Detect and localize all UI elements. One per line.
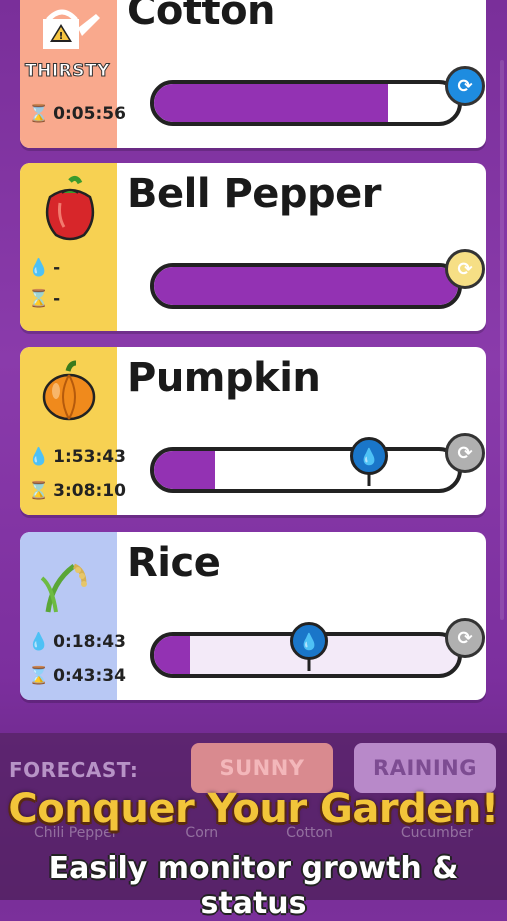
refresh-button[interactable]: ⟳	[445, 618, 485, 658]
growth-progress-bar	[150, 263, 462, 309]
svg-text:!: !	[59, 31, 64, 42]
water-marker: 💧	[290, 622, 328, 660]
plant-name: Rice	[127, 540, 221, 586]
plant-name: Cotton	[127, 0, 276, 34]
growth-progress-bar	[150, 447, 462, 493]
promo-subtitle: Easily monitor growth & status	[48, 851, 459, 921]
grow-time: ⌛ 0:43:34	[28, 666, 126, 686]
refresh-button[interactable]: ⟳	[445, 249, 485, 289]
hourglass-icon: ⌛	[28, 666, 50, 686]
plant-status-panel: 💧 0:18:43 ⌛ 0:43:34	[20, 532, 126, 700]
growth-progress-fill	[154, 267, 458, 305]
refresh-icon: ⟳	[457, 258, 473, 280]
water-drop-icon: 💧	[359, 446, 379, 466]
water-drop-icon: 💧	[299, 631, 319, 651]
refresh-icon: ⟳	[457, 75, 473, 97]
growth-progress-fill	[154, 84, 389, 122]
grow-time: ⌛ 3:08:10	[28, 481, 126, 501]
bell-pepper-icon	[45, 175, 95, 241]
hourglass-icon: ⌛	[28, 481, 50, 501]
rice-icon	[40, 563, 87, 613]
grow-time: ⌛ -	[28, 289, 60, 309]
plant-card-bell-pepper[interactable]: 💧 - ⌛ - Bell Pepper ⟳	[20, 163, 486, 331]
plant-name: Bell Pepper	[127, 171, 382, 217]
grow-time: ⌛ 0:05:56	[28, 104, 126, 124]
plant-status-panel: 💧 1:53:43 ⌛ 3:08:10	[20, 347, 126, 515]
plant-name: Pumpkin	[127, 355, 321, 401]
water-time-value: -	[53, 258, 61, 278]
plant-status-panel: ! THIRSTY ⌛ 0:05:56	[20, 0, 126, 148]
water-time: 💧 0:18:43	[28, 632, 126, 652]
forecast-label: FORECAST:	[9, 758, 139, 782]
refresh-button[interactable]: ⟳	[445, 433, 485, 473]
growth-progress-fill	[154, 451, 215, 489]
grow-time-value: 0:43:34	[53, 666, 126, 686]
water-time: 💧 1:53:43	[28, 447, 126, 467]
water-time-value: 0:18:43	[53, 632, 126, 652]
water-marker: 💧	[350, 437, 388, 475]
refresh-button[interactable]: ⟳	[445, 66, 485, 106]
scrollbar[interactable]	[500, 60, 504, 620]
grow-time-value: 3:08:10	[53, 481, 126, 501]
refresh-icon: ⟳	[457, 627, 473, 649]
grow-time-value: -	[53, 289, 61, 309]
watering-can-warning-icon: !	[43, 9, 100, 49]
hourglass-icon: ⌛	[28, 104, 50, 124]
water-drop-icon: 💧	[28, 258, 50, 278]
water-drop-icon: 💧	[28, 447, 50, 467]
plant-card-pumpkin[interactable]: 💧 1:53:43 ⌛ 3:08:10 Pumpkin 💧 ⟳	[20, 347, 486, 515]
plant-card-cotton[interactable]: ! THIRSTY ⌛ 0:05:56 Cotton ⟳	[20, 0, 486, 148]
plant-card-rice[interactable]: 💧 0:18:43 ⌛ 0:43:34 Rice 💧 ⟳	[20, 532, 486, 700]
status-badge: THIRSTY	[25, 61, 110, 82]
grow-time-value: 0:05:56	[53, 104, 126, 124]
promo-title: Conquer Your Garden!	[8, 786, 499, 832]
growth-progress-bar	[150, 80, 462, 126]
pumpkin-icon	[42, 360, 96, 421]
water-time-value: 1:53:43	[53, 447, 126, 467]
water-time: 💧 -	[28, 258, 60, 278]
growth-progress-fill	[154, 636, 191, 674]
hourglass-icon: ⌛	[28, 289, 50, 309]
plant-status-panel: 💧 - ⌛ -	[20, 163, 117, 331]
water-drop-icon: 💧	[28, 632, 50, 652]
refresh-icon: ⟳	[457, 442, 473, 464]
